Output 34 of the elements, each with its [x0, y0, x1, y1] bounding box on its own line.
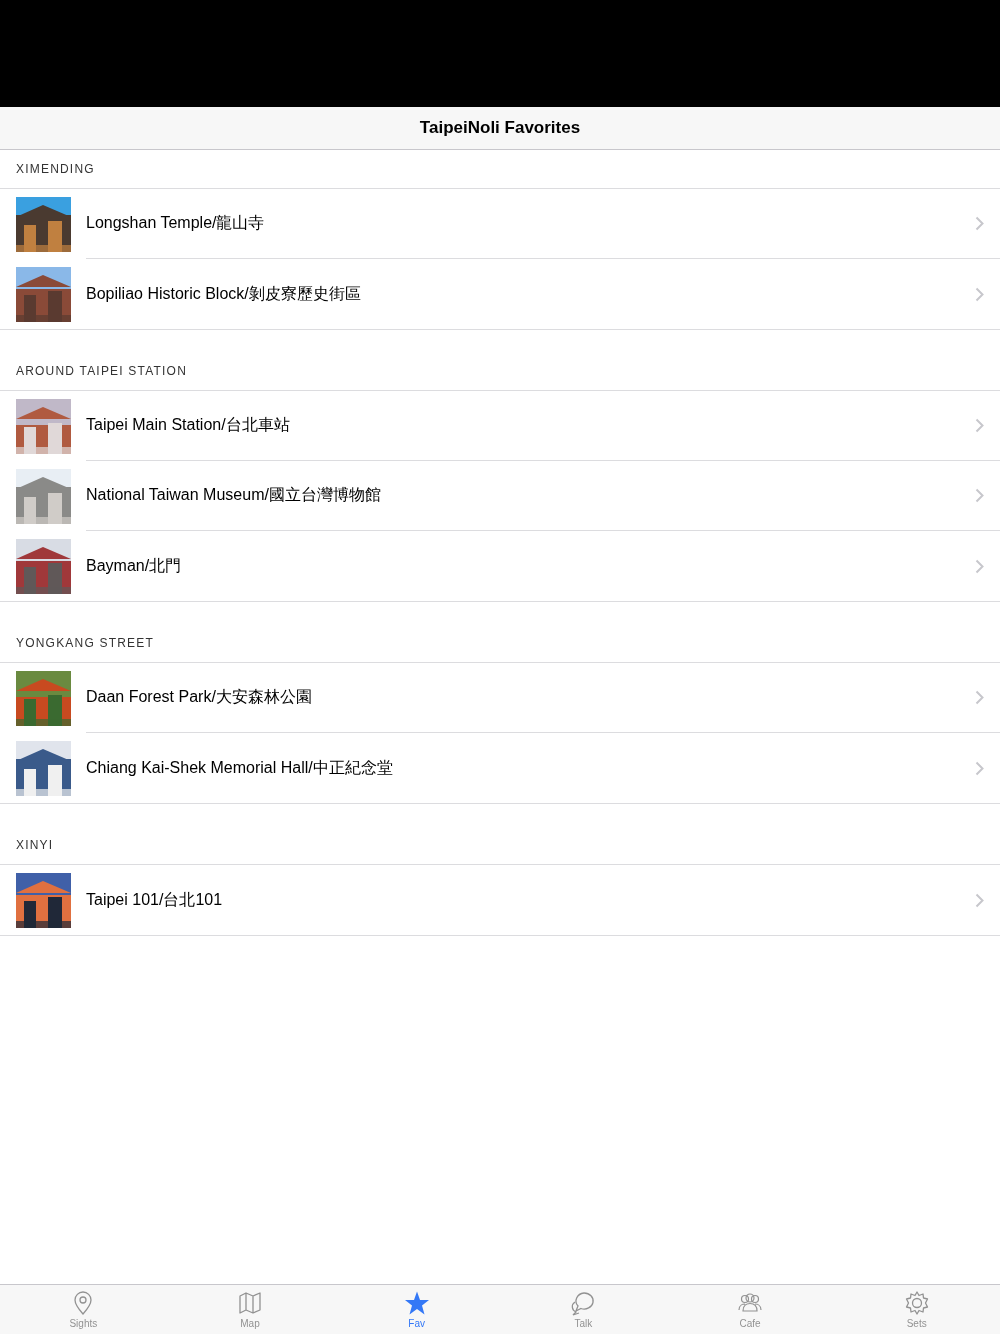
row-title: Taipei Main Station/台北車站: [86, 415, 291, 435]
chevron-icon: [975, 558, 984, 574]
list-row[interactable]: Chiang Kai-Shek Memorial Hall/中正紀念堂: [0, 733, 1000, 803]
star-icon: [403, 1290, 430, 1316]
chevron-icon: [975, 760, 984, 776]
list-row[interactable]: Taipei 101/台北101: [0, 865, 1000, 935]
chevron-icon: [975, 892, 984, 908]
row-title: Chiang Kai-Shek Memorial Hall/中正紀念堂: [86, 757, 394, 778]
row-title: Taipei 101/台北101: [86, 889, 224, 910]
row-title: National Taiwan Museum/國立台灣博物館: [86, 485, 382, 505]
section-header: AROUND TAIPEI STATION: [16, 364, 187, 378]
chevron-icon: [975, 418, 984, 433]
row-title: Bopiliao Historic Block/剝皮寮歷史街區: [86, 283, 362, 304]
list-row[interactable]: Bopiliao Historic Block/剝皮寮歷史街區: [0, 259, 1000, 329]
map-icon: [237, 1290, 263, 1316]
list-row[interactable]: Bayman/北門: [0, 531, 1000, 601]
chevron-icon: [975, 216, 984, 231]
list-row[interactable]: National Taiwan Museum/國立台灣博物館: [0, 461, 1000, 531]
list-row[interactable]: Taipei Main Station/台北車站: [0, 391, 1000, 461]
section-header: XINYI: [16, 838, 54, 852]
list-row[interactable]: Longshan Temple/龍山寺: [0, 189, 1000, 259]
row-title: Bayman/北門: [86, 555, 183, 576]
section-header: XIMENDING: [16, 162, 95, 176]
tab-item[interactable]: Fav: [333, 1285, 500, 1334]
section-header: YONGKANG STREET: [16, 636, 155, 650]
row-title: Daan Forest Park/大安森林公園: [86, 687, 313, 707]
list-row[interactable]: Daan Forest Park/大安森林公園: [0, 663, 1000, 733]
row-title: Longshan Temple/龍山寺: [86, 213, 266, 233]
settings-icon: [903, 1290, 930, 1316]
chevron-icon: [975, 286, 984, 302]
chevron-icon: [975, 488, 984, 503]
speech-bubbles-icon: [570, 1290, 597, 1316]
nav-title: TaipeiNoli Favorites: [419, 118, 581, 138]
chevron-icon: [975, 690, 984, 705]
